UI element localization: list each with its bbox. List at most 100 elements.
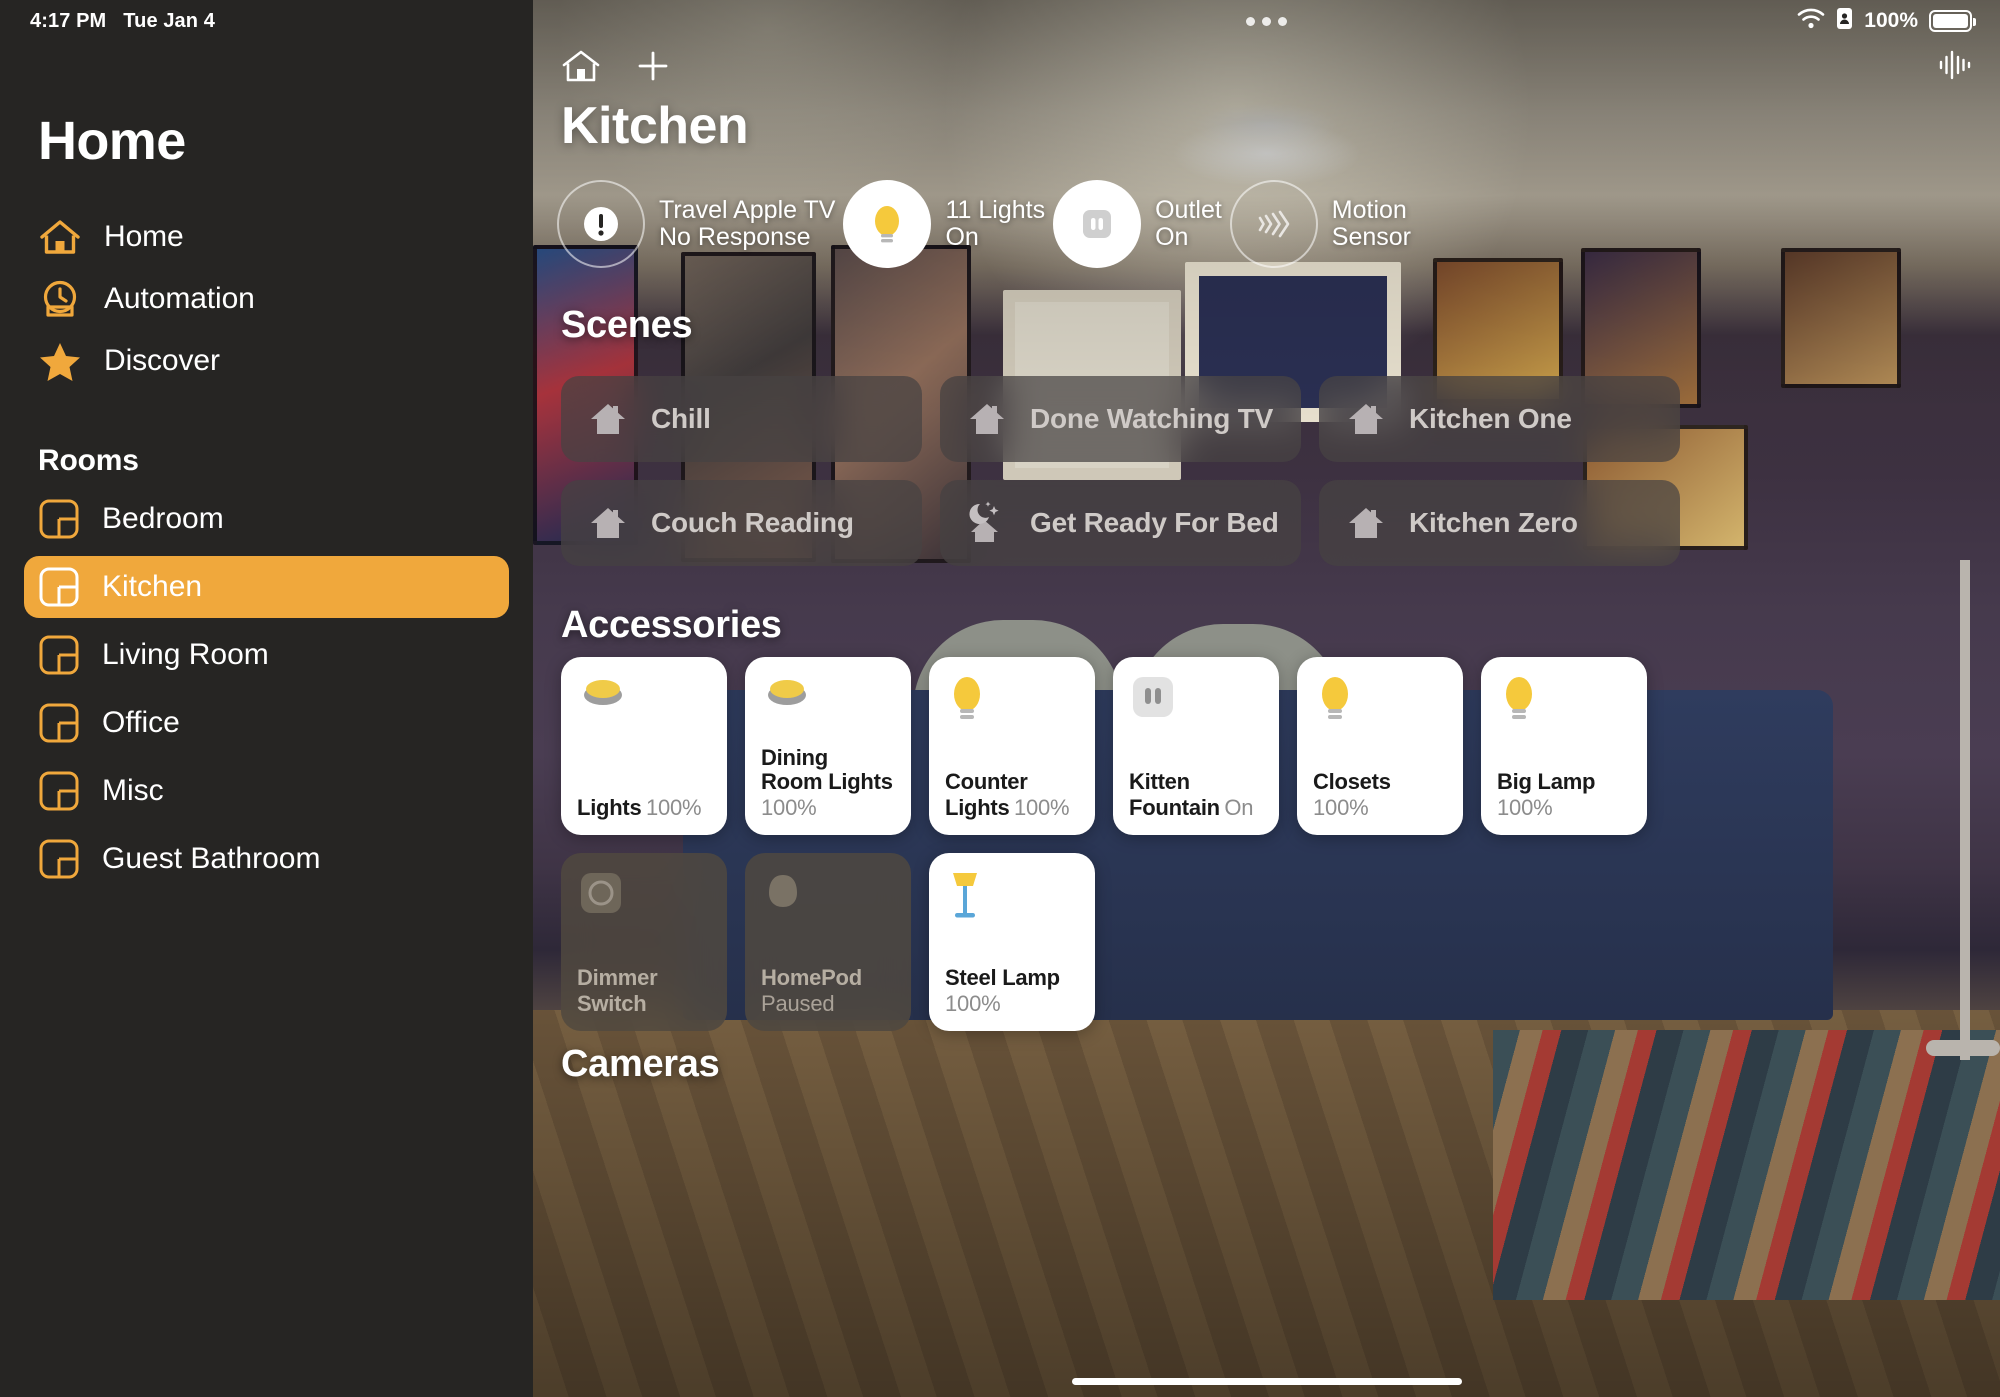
accessory-meta: Counter Lights 100% [945, 770, 1079, 821]
accessory-meta: HomePod Paused [761, 966, 895, 1017]
accessory-state: Paused [761, 991, 835, 1016]
sidebar-item-discover[interactable]: Discover [24, 330, 509, 392]
accessory-meta: Steel Lamp 100% [945, 966, 1079, 1017]
floor-lamp-icon [945, 869, 993, 918]
room-label: Bedroom [102, 502, 224, 535]
status-item-outlet[interactable]: Outlet On [1053, 180, 1222, 268]
outlet-icon [1129, 673, 1177, 721]
lightbulb-icon [843, 180, 932, 268]
scene-tile-get-ready-for-bed[interactable]: Get Ready For Bed [940, 480, 1301, 566]
house-icon [38, 215, 82, 259]
house-icon[interactable] [561, 48, 601, 89]
accessory-name: Lights [577, 795, 642, 820]
accessory-meta: Closets 100% [1313, 770, 1447, 821]
rooms-list: Bedroom Kitchen Living Room Office Misc … [0, 488, 533, 890]
status-item-apple-tv[interactable]: Travel Apple TV No Response [557, 180, 835, 268]
star-icon [38, 339, 82, 383]
sidebar-item-label: Discover [104, 344, 220, 377]
scene-tile-couch-reading[interactable]: Couch Reading [561, 480, 922, 566]
accessory-card-big-lamp[interactable]: Big Lamp 100% [1481, 657, 1647, 835]
room-icon [38, 770, 80, 812]
lightbulb-icon [1313, 673, 1361, 721]
accessory-card-lights[interactable]: Lights 100% [561, 657, 727, 835]
status-line-1: Outlet [1155, 196, 1222, 224]
accessory-state: On [1224, 795, 1254, 820]
house-icon [585, 500, 631, 546]
accessory-card-counter-lights[interactable]: Counter Lights 100% [929, 657, 1095, 835]
sidebar-item-bedroom[interactable]: Bedroom [24, 488, 509, 550]
status-item-text: Motion Sensor [1332, 197, 1411, 251]
sidebar-item-misc[interactable]: Misc [24, 760, 509, 822]
plus-icon[interactable] [635, 48, 671, 89]
battery-icon [1929, 10, 1976, 32]
scene-label: Chill [651, 403, 711, 434]
scene-label: Done Watching TV [1030, 403, 1274, 434]
accessory-name: Kitten Fountain [1129, 769, 1220, 820]
scene-tile-kitchen-one[interactable]: Kitchen One [1319, 376, 1680, 462]
sidebar-item-office[interactable]: Office [24, 692, 509, 754]
system-status-indicators: 100% [1797, 0, 1976, 42]
home-indicator[interactable] [1071, 1378, 1462, 1385]
accessory-state: 100% [1313, 795, 1369, 820]
page-title: Kitchen [561, 97, 749, 155]
sidebar-item-kitchen[interactable]: Kitchen [24, 556, 509, 618]
scene-tile-done-watching-tv[interactable]: Done Watching TV [940, 376, 1301, 462]
status-line-2: On [945, 223, 979, 251]
accessory-meta: Kitten Fountain On [1129, 770, 1263, 821]
status-time: 4:17 PM [30, 9, 107, 32]
room-detail-pane: 100% Kitchen Travel Apple TV No Response… [533, 0, 2000, 1397]
scene-tile-kitchen-zero[interactable]: Kitchen Zero [1319, 480, 1680, 566]
multitasking-grabber[interactable] [1246, 16, 1287, 26]
accessory-name: Closets [1313, 769, 1391, 795]
outlet-icon [1053, 180, 1142, 268]
accessory-state: 100% [645, 795, 702, 820]
sidebar-nav: Home Automation Discover [0, 206, 533, 392]
lightbulb-icon [1497, 673, 1545, 721]
accessories-grid: Lights 100% Dining Room Lights 100% Coun… [561, 657, 1647, 1031]
accessory-meta: Dining Room Lights 100% [761, 744, 895, 821]
lightbulb-icon [945, 673, 993, 721]
status-line-2: On [1155, 223, 1189, 251]
sidebar-item-home[interactable]: Home [24, 206, 509, 268]
rooms-header: Rooms [38, 444, 139, 477]
accessory-card-dining-room-lights[interactable]: Dining Room Lights 100% [745, 657, 911, 835]
ceiling-light-icon [761, 673, 809, 721]
exclamation-icon [557, 180, 645, 268]
room-label: Office [102, 706, 180, 739]
battery-percent: 100% [1864, 9, 1918, 32]
room-icon [38, 566, 80, 608]
accessory-name: Dining Room Lights [761, 744, 893, 795]
house-icon [585, 396, 631, 442]
scene-label: Kitchen One [1409, 403, 1572, 434]
accessory-card-dimmer-switch[interactable]: Dimmer Switch [561, 853, 727, 1031]
accessory-card-homepod[interactable]: HomePod Paused [745, 853, 911, 1031]
audio-waveform-icon[interactable] [1938, 48, 1972, 87]
homepod-icon [761, 869, 809, 917]
scenes-section-title: Scenes [561, 304, 693, 346]
status-line-1: 11 Lights [945, 196, 1046, 224]
dimmer-switch-icon [577, 869, 625, 917]
sidebar-item-guest-bathroom[interactable]: Guest Bathroom [24, 828, 509, 890]
room-icon [38, 838, 80, 880]
status-item-text: 11 Lights On [945, 197, 1045, 251]
sidebar-item-automation[interactable]: Automation [24, 268, 509, 330]
room-label: Guest Bathroom [102, 842, 321, 875]
status-line-1: Motion [1331, 196, 1407, 224]
room-label: Living Room [102, 638, 269, 671]
accessory-card-steel-lamp[interactable]: Steel Lamp 100% [929, 853, 1095, 1031]
accessory-card-kitten-fountain[interactable]: Kitten Fountain On [1113, 657, 1279, 835]
status-item-lights[interactable]: 11 Lights On [843, 180, 1045, 268]
room-label: Kitchen [102, 570, 203, 603]
status-date: Tue Jan 4 [123, 9, 215, 32]
motion-sensor-icon [1229, 180, 1318, 268]
house-icon [1343, 396, 1389, 442]
accessory-meta: Big Lamp 100% [1497, 770, 1631, 821]
scene-tile-chill[interactable]: Chill [561, 376, 922, 462]
accessory-state: 100% [761, 795, 817, 820]
header-toolbar [561, 48, 671, 89]
status-item-motion-sensor[interactable]: Motion Sensor [1229, 180, 1411, 268]
ipad-status-bar: 4:17 PM Tue Jan 4 [0, 0, 533, 42]
ceiling-light-icon [577, 673, 625, 721]
sidebar-item-living-room[interactable]: Living Room [24, 624, 509, 686]
accessory-card-closets[interactable]: Closets 100% [1297, 657, 1463, 835]
